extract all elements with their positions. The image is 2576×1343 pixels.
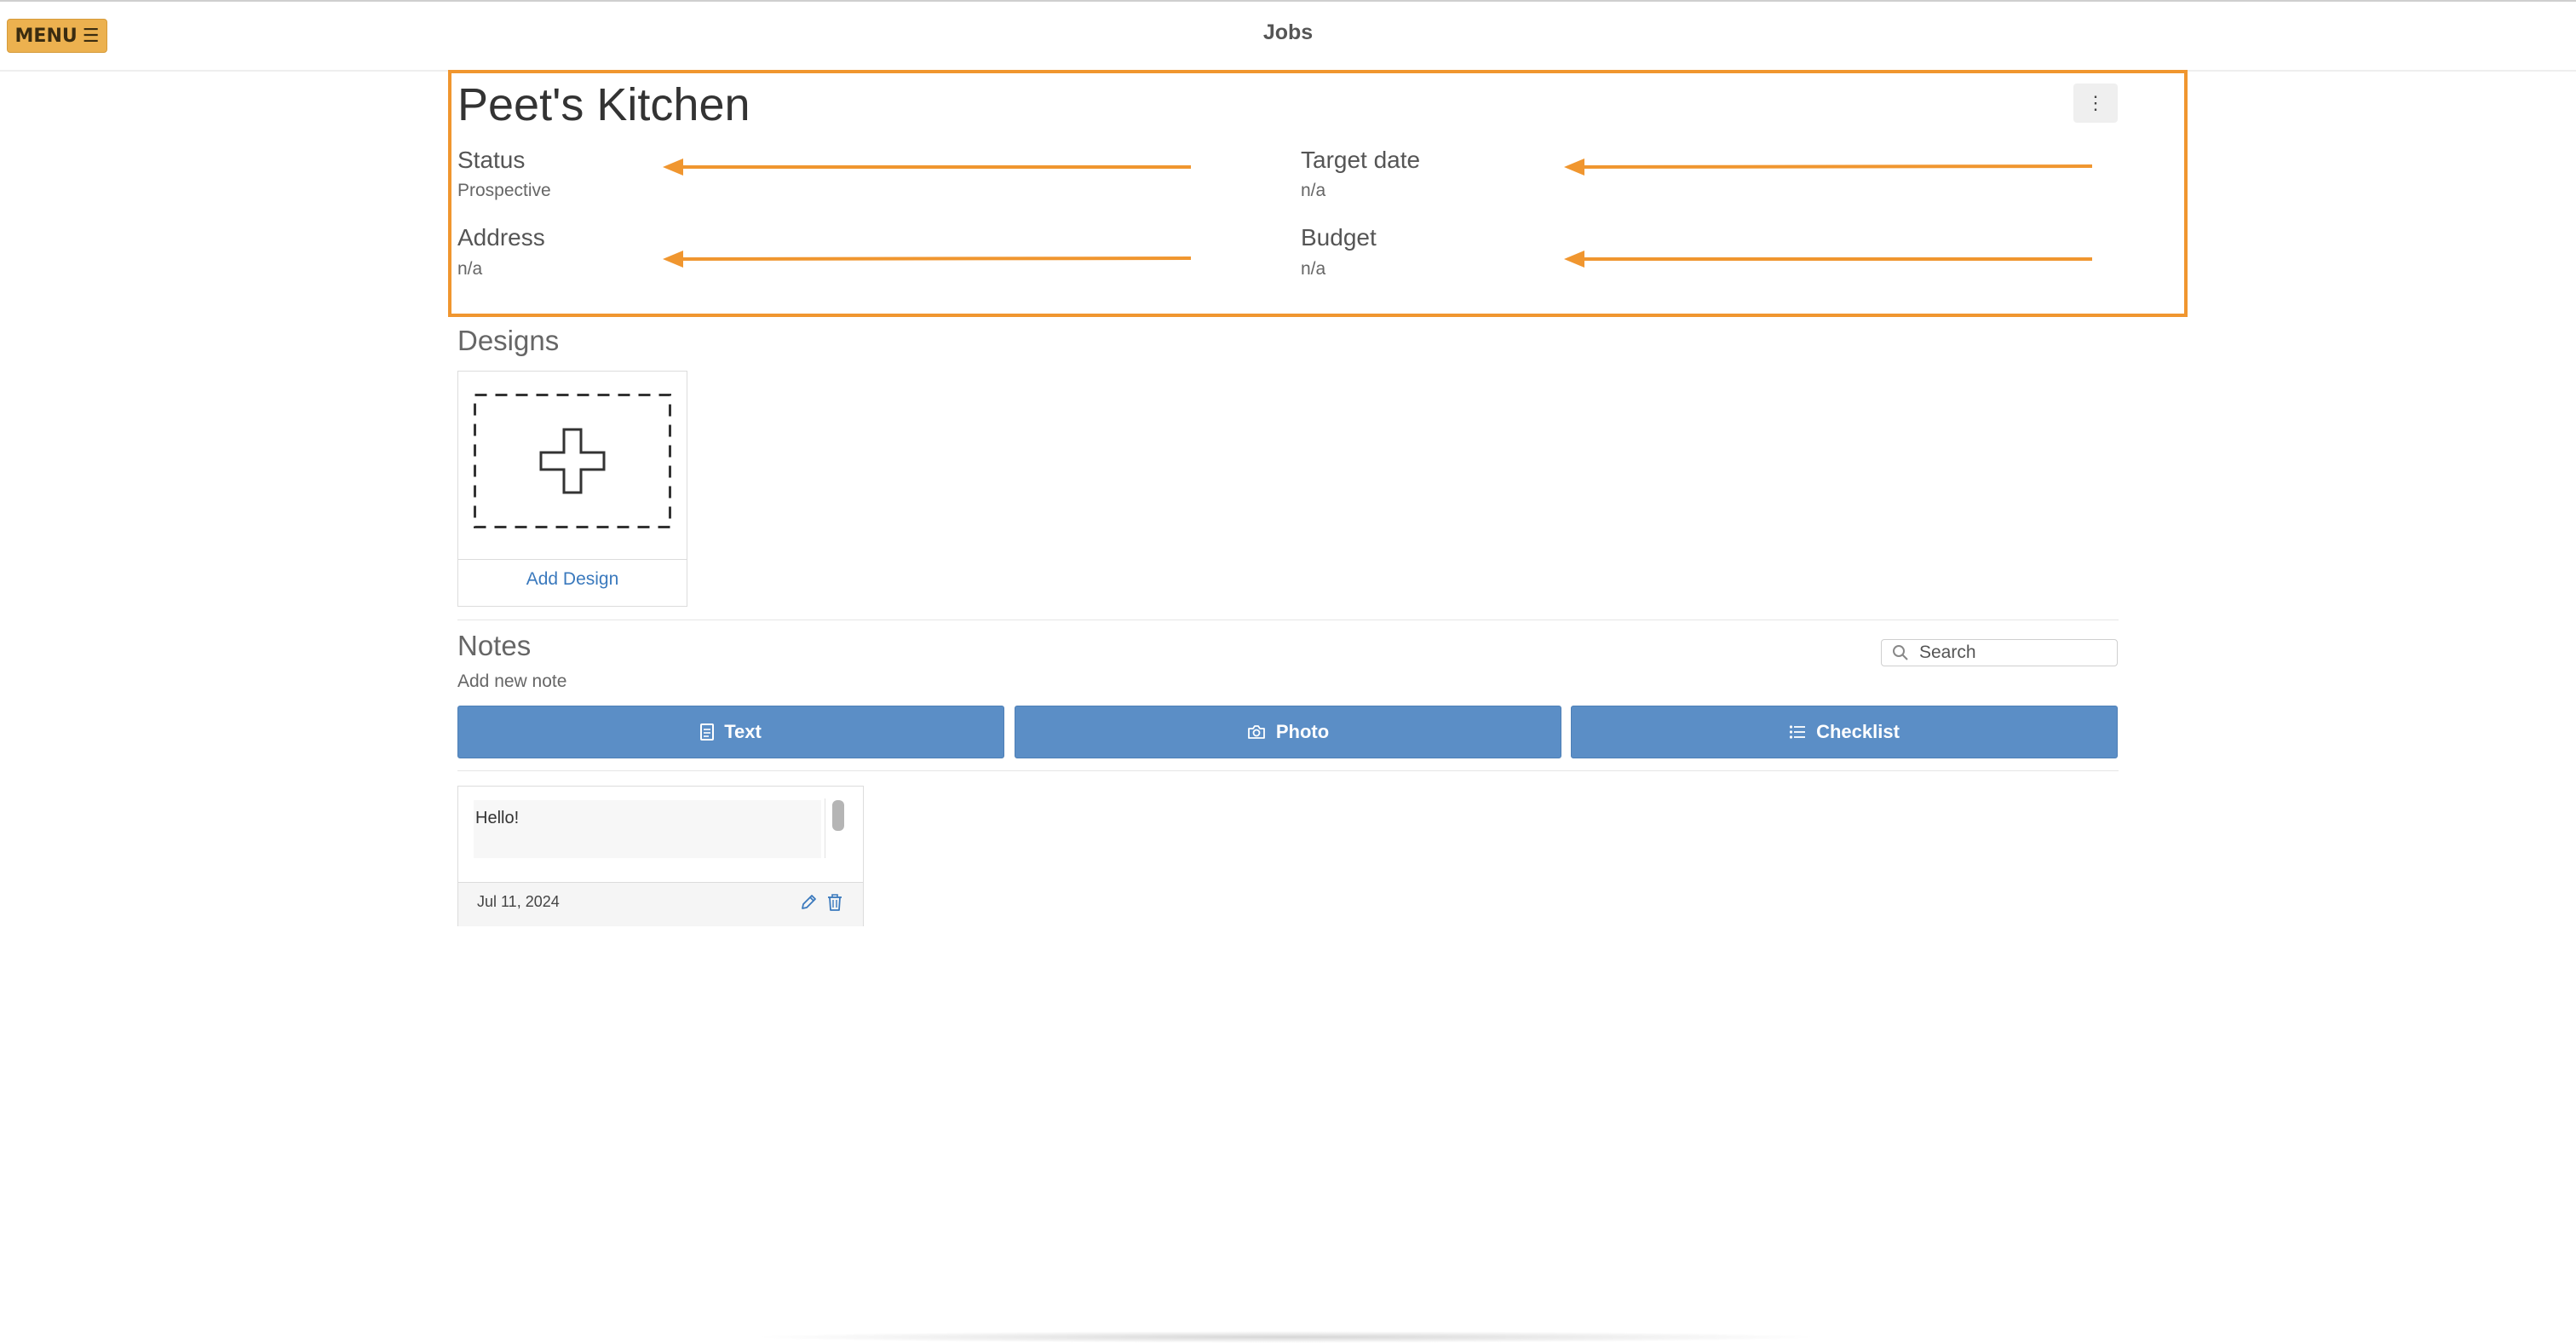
target-date-label: Target date — [1301, 147, 1421, 173]
target-date-arrow-icon — [1564, 159, 2092, 176]
document-icon — [700, 723, 715, 741]
target-date-value: n/a — [1301, 181, 1326, 200]
checklist-button-label: Checklist — [1816, 721, 1900, 742]
address-value: n/a — [457, 259, 483, 279]
address-arrow-icon — [663, 251, 1191, 268]
photo-button-label: Photo — [1275, 721, 1330, 742]
notes-title: Notes — [457, 630, 532, 661]
notes-divider — [457, 770, 2119, 771]
add-text-note-button[interactable]: Text — [457, 706, 1004, 758]
add-checklist-note-button[interactable]: Checklist — [1571, 706, 2118, 758]
note-footer: Jul 11, 2024 — [458, 882, 863, 926]
more-vertical-icon: ⋮ — [2086, 92, 2105, 113]
note-card[interactable]: Hello! Jul 11, 2024 — [457, 786, 864, 926]
note-date: Jul 11, 2024 — [477, 893, 560, 910]
trash-icon[interactable] — [826, 893, 843, 912]
more-options-button[interactable]: ⋮ — [2073, 84, 2118, 123]
status-arrow-icon — [663, 159, 1191, 176]
search-input[interactable] — [1918, 642, 2108, 664]
budget-arrow-icon — [1564, 251, 2092, 268]
pencil-icon[interactable] — [799, 893, 818, 912]
job-name: Peet's Kitchen — [457, 79, 750, 130]
designs-title: Designs — [457, 325, 560, 356]
status-value: Prospective — [457, 181, 551, 200]
note-text: Hello! — [474, 800, 821, 858]
top-bar: MENU ☰ Jobs — [0, 2, 2576, 72]
status-label: Status — [457, 147, 526, 173]
address-label: Address — [457, 224, 545, 251]
camera-icon — [1247, 725, 1265, 739]
add-design-icon — [474, 394, 671, 528]
design-card-divider — [458, 559, 687, 560]
page-title: Jobs — [1262, 20, 1314, 44]
add-design-link[interactable]: Add Design — [458, 569, 687, 590]
text-button-label: Text — [724, 721, 762, 742]
add-design-card[interactable]: Add Design — [457, 371, 687, 607]
add-new-note-label: Add new note — [457, 672, 567, 691]
budget-label: Budget — [1301, 224, 1377, 251]
bottom-shadow — [750, 1331, 1823, 1343]
note-scrollbar[interactable] — [825, 798, 851, 858]
search-icon — [1893, 645, 1908, 660]
add-photo-note-button[interactable]: Photo — [1015, 706, 1561, 758]
notes-search[interactable] — [1881, 639, 2118, 666]
budget-value: n/a — [1301, 259, 1326, 279]
note-scrollbar-thumb[interactable] — [832, 800, 844, 831]
list-icon — [1789, 725, 1806, 739]
